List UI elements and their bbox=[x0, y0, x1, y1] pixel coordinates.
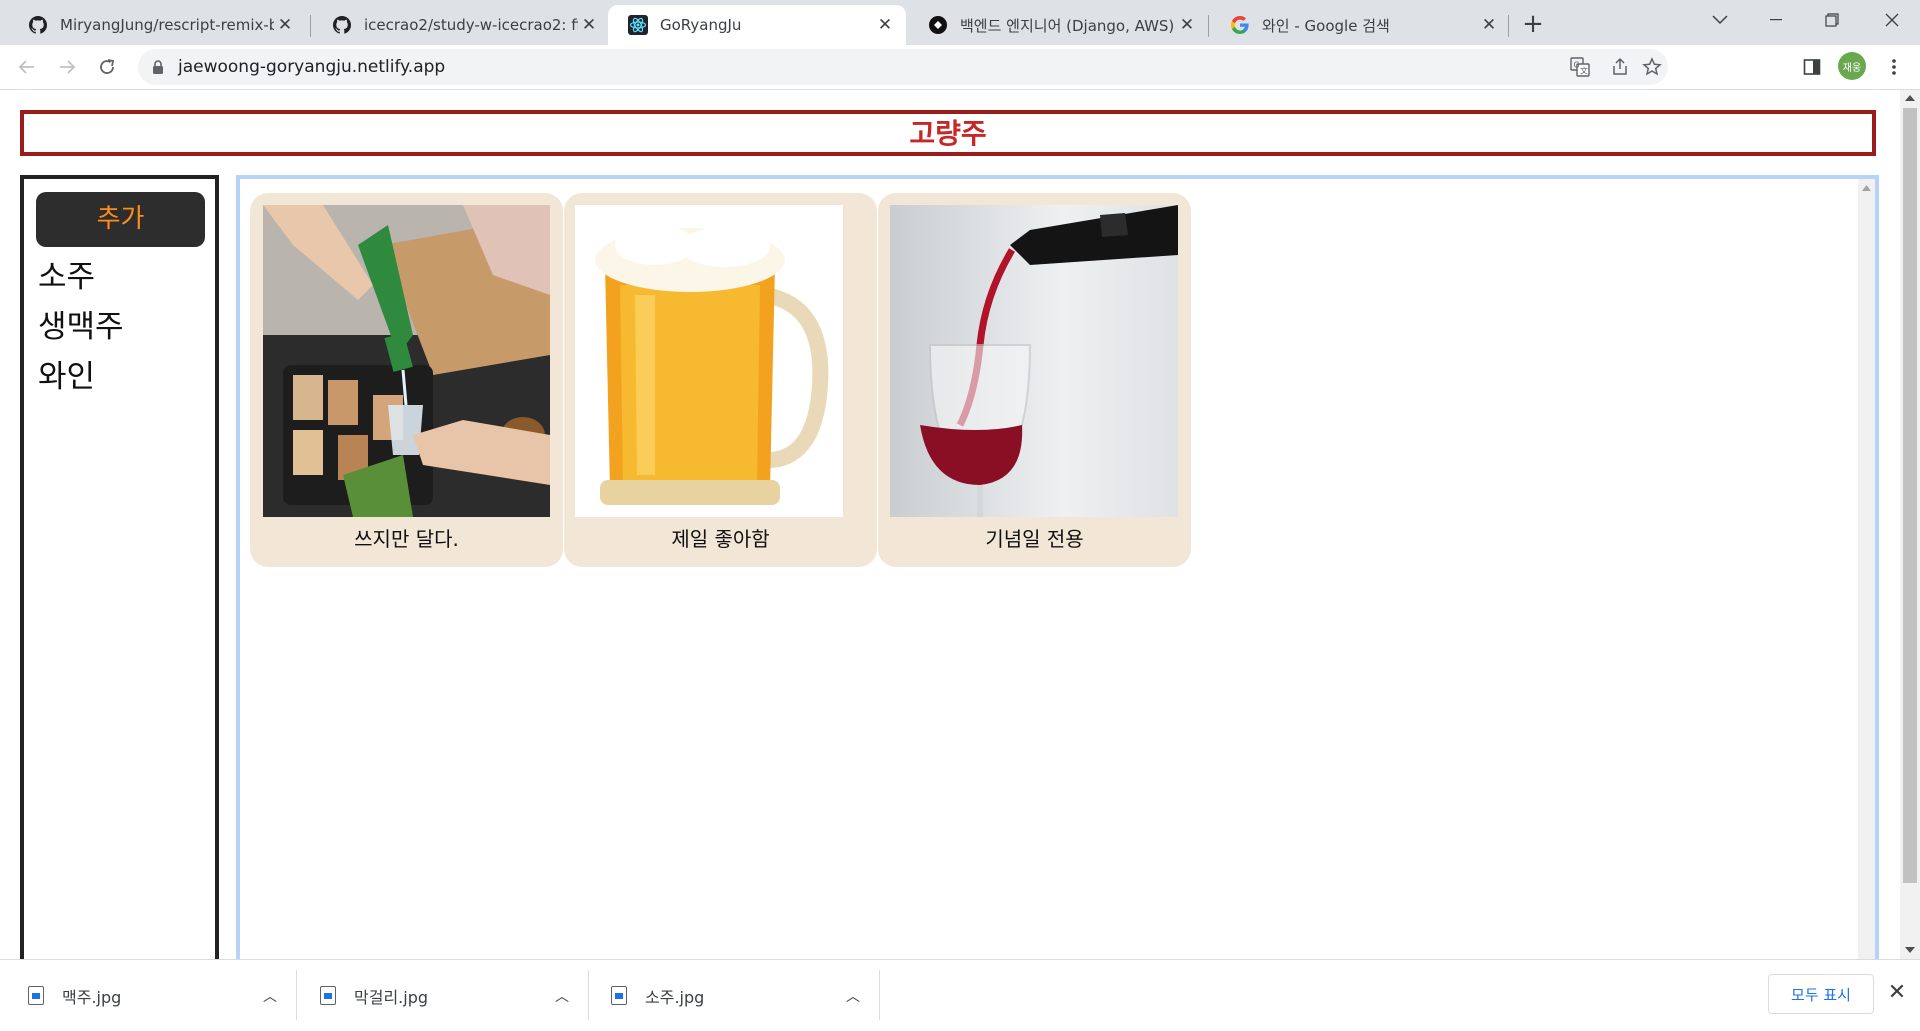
bookmark-star-icon[interactable] bbox=[1640, 55, 1664, 79]
tab-search-button[interactable] bbox=[1692, 0, 1748, 40]
card-caption: 쓰지만 달다. bbox=[354, 527, 459, 551]
tab-backend-engineer[interactable]: 백엔드 엔지니어 (Django, AWS) ✕ bbox=[908, 5, 1208, 45]
scroll-up-icon[interactable] bbox=[1862, 185, 1871, 191]
address-bar[interactable]: jaewoong-goryangju.netlify.app G文 bbox=[138, 49, 1668, 85]
drink-card-wine[interactable]: 기념일 전용 bbox=[878, 193, 1191, 567]
minimize-icon bbox=[1770, 19, 1782, 21]
soju-pouring-photo bbox=[263, 205, 550, 517]
tab-strip: MiryangJung/rescript-remix-blo ✕ icecrao… bbox=[0, 0, 1920, 45]
more-menu-icon[interactable] bbox=[1882, 55, 1906, 79]
github-icon bbox=[28, 15, 48, 35]
beer-mug-photo bbox=[575, 205, 843, 517]
card-list-panel: 쓰지만 달다. 제일 좋아함 기념일 전용 bbox=[236, 175, 1879, 965]
close-tab-icon[interactable]: ✕ bbox=[1176, 15, 1198, 35]
scrollbar-thumb[interactable] bbox=[1903, 108, 1917, 883]
translate-icon[interactable]: G文 bbox=[1568, 55, 1592, 79]
image-file-icon bbox=[320, 986, 336, 1005]
tab-separator bbox=[310, 15, 311, 37]
close-icon bbox=[1885, 13, 1899, 27]
close-window-button[interactable] bbox=[1864, 0, 1920, 40]
sidebar: 추가 소주 생맥주 와인 bbox=[20, 175, 219, 965]
chevron-up-icon[interactable]: ︿ bbox=[250, 986, 290, 1006]
tab-separator bbox=[1508, 15, 1509, 37]
close-tab-icon[interactable]: ✕ bbox=[578, 15, 600, 35]
tab-title: 와인 - Google 검색 bbox=[1262, 16, 1390, 35]
tab-separator bbox=[1208, 15, 1209, 37]
page-scrollbar[interactable] bbox=[1900, 90, 1920, 959]
chevron-up-icon[interactable]: ︿ bbox=[542, 986, 582, 1006]
share-icon[interactable] bbox=[1608, 55, 1632, 79]
arrow-left-icon bbox=[18, 60, 34, 74]
download-shelf: 맥주.jpg ︿ 막걸리.jpg ︿ 소주.jpg ︿ 모두 표시 ✕ bbox=[0, 959, 1920, 1031]
scrollbar[interactable] bbox=[1858, 179, 1875, 965]
profile-avatar[interactable]: 재웅 bbox=[1838, 52, 1866, 80]
tab-github-study[interactable]: icecrao2/study-w-icecrao2: first ✕ bbox=[312, 5, 610, 45]
chevron-down-icon bbox=[1712, 15, 1728, 25]
add-button[interactable]: 추가 bbox=[36, 192, 205, 247]
page-header: 고량주 bbox=[20, 110, 1876, 156]
close-tab-icon[interactable]: ✕ bbox=[874, 15, 896, 35]
chevron-up-icon[interactable]: ︿ bbox=[833, 986, 873, 1006]
tab-title: MiryangJung/rescript-remix-blo bbox=[60, 16, 274, 34]
sidebar-item-draft-beer[interactable]: 생맥주 bbox=[38, 301, 124, 346]
show-all-downloads-button[interactable]: 모두 표시 bbox=[1768, 974, 1874, 1014]
download-item[interactable]: 막걸리.jpg ︿ bbox=[292, 960, 582, 1031]
download-filename: 맥주.jpg bbox=[62, 987, 122, 1007]
drink-card-beer[interactable]: 제일 좋아함 bbox=[564, 193, 877, 567]
close-tab-icon[interactable]: ✕ bbox=[274, 15, 296, 35]
github-icon bbox=[332, 15, 352, 35]
image-file-icon bbox=[28, 986, 44, 1005]
minimize-button[interactable] bbox=[1748, 0, 1804, 40]
reload-icon bbox=[100, 59, 115, 74]
tab-github-rescript[interactable]: MiryangJung/rescript-remix-blo ✕ bbox=[8, 5, 306, 45]
new-tab-button[interactable]: + bbox=[1518, 9, 1548, 39]
back-button[interactable] bbox=[10, 50, 44, 84]
react-icon bbox=[628, 15, 648, 35]
image-file-icon bbox=[611, 986, 627, 1005]
tab-goryangju[interactable]: GoRyangJu ✕ bbox=[608, 5, 906, 45]
download-filename: 막걸리.jpg bbox=[354, 987, 429, 1007]
svg-text:文: 文 bbox=[1580, 66, 1588, 76]
scroll-up-icon[interactable] bbox=[1905, 95, 1915, 101]
page-title: 고량주 bbox=[909, 117, 987, 150]
lock-icon bbox=[153, 60, 163, 74]
card-caption: 제일 좋아함 bbox=[671, 527, 770, 551]
profile-label: 재웅 bbox=[1842, 62, 1862, 74]
download-item[interactable]: 소주.jpg ︿ bbox=[583, 960, 873, 1031]
forward-button[interactable] bbox=[50, 50, 84, 84]
download-filename: 소주.jpg bbox=[645, 987, 705, 1007]
tab-title: GoRyangJu bbox=[660, 16, 742, 34]
tab-google-search[interactable]: 와인 - Google 검색 ✕ bbox=[1210, 5, 1510, 45]
card-caption: 기념일 전용 bbox=[985, 527, 1084, 551]
drink-card-soju[interactable]: 쓰지만 달다. bbox=[250, 193, 563, 567]
wine-pouring-photo bbox=[890, 205, 1178, 517]
restore-icon bbox=[1825, 13, 1839, 27]
close-tab-icon[interactable]: ✕ bbox=[1478, 15, 1500, 35]
site-icon bbox=[928, 15, 948, 35]
browser-toolbar: jaewoong-goryangju.netlify.app G文 재웅 bbox=[0, 45, 1920, 90]
url-text: jaewoong-goryangju.netlify.app bbox=[178, 57, 446, 77]
svg-text:G: G bbox=[1574, 61, 1580, 70]
close-icon[interactable]: ✕ bbox=[1882, 978, 1912, 1008]
arrow-right-icon bbox=[60, 60, 76, 74]
divider bbox=[879, 970, 880, 1020]
tab-title: icecrao2/study-w-icecrao2: first bbox=[364, 16, 578, 34]
reload-button[interactable] bbox=[90, 50, 124, 84]
download-item[interactable]: 맥주.jpg ︿ bbox=[0, 960, 290, 1031]
tab-title: 백엔드 엔지니어 (Django, AWS) bbox=[960, 16, 1175, 35]
sidebar-item-wine[interactable]: 와인 bbox=[38, 351, 95, 396]
scroll-down-icon[interactable] bbox=[1905, 947, 1915, 953]
side-panel-icon[interactable] bbox=[1800, 55, 1824, 79]
google-icon bbox=[1230, 15, 1250, 35]
sidebar-item-soju[interactable]: 소주 bbox=[38, 251, 95, 296]
restore-button[interactable] bbox=[1804, 0, 1860, 40]
